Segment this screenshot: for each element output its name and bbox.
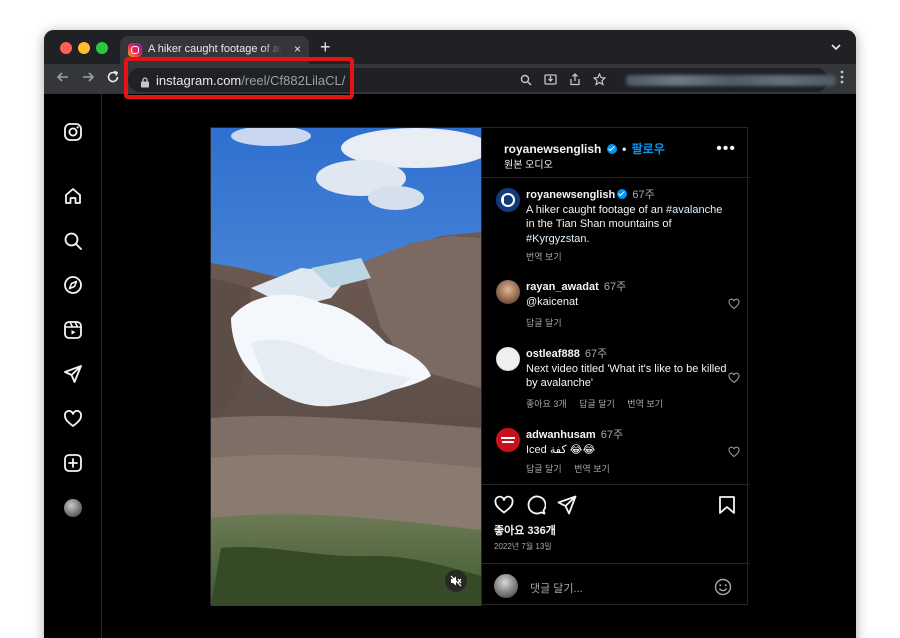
current-user-avatar: [494, 574, 518, 598]
caption-text-part: A hiker caught footage of an: [526, 203, 667, 216]
comment-meta: 답글 달기 번역 보기: [526, 462, 620, 475]
mute-button[interactable]: [445, 570, 467, 592]
hashtag-avalanche[interactable]: #avalanche: [666, 204, 722, 216]
profile-avatar[interactable]: [64, 499, 82, 517]
tab-close-button[interactable]: ×: [294, 42, 301, 56]
verified-badge-icon: [617, 189, 628, 199]
avalanche-video-frame: [211, 128, 481, 606]
browser-window: A hiker caught footage of an #avalanche …: [44, 30, 856, 638]
comment-body[interactable]: @kaicenat: [526, 296, 578, 308]
comment-username[interactable]: ostleaf888: [526, 348, 580, 360]
reel-video[interactable]: [211, 128, 481, 606]
caption-username[interactable]: royanewsenglish: [526, 189, 615, 201]
comment-meta: 답글 달기: [526, 316, 572, 329]
back-icon[interactable]: [56, 70, 70, 88]
instagram-logo-icon[interactable]: [63, 122, 83, 142]
reload-icon[interactable]: [106, 70, 120, 88]
comment-likes[interactable]: 좋아요 3개: [526, 399, 567, 409]
like-comment-heart-icon[interactable]: [728, 371, 740, 384]
post-details-panel: royanewsenglish • 팔로우 원본 오디오 ••• royanew…: [481, 128, 750, 606]
direct-messages-icon[interactable]: [63, 364, 83, 384]
reels-icon[interactable]: [63, 320, 83, 340]
caption-text: royanewsenglish 67주 A hiker caught foota…: [526, 188, 731, 246]
comment-body: Next video titled 'What it's like to be …: [526, 362, 727, 390]
add-comment-input[interactable]: 댓글 달기...: [530, 580, 583, 596]
hashtag-kyrgyzstan[interactable]: #Kyrgyzstan: [526, 233, 587, 245]
home-icon[interactable]: [63, 186, 83, 206]
translate-link[interactable]: 번역 보기: [526, 252, 562, 262]
maximize-window-button[interactable]: [96, 42, 108, 54]
caption-text-part: in the Tian Shan mountains of: [526, 218, 672, 230]
comment-time: 67주: [600, 429, 624, 441]
minimize-window-button[interactable]: [78, 42, 90, 54]
search-icon[interactable]: [63, 231, 83, 251]
reply-link[interactable]: 답글 달기: [526, 318, 562, 328]
author-username[interactable]: royanewsenglish: [504, 142, 601, 156]
like-comment-heart-icon[interactable]: [728, 445, 740, 458]
install-app-icon[interactable]: [544, 73, 557, 91]
explore-compass-icon[interactable]: [63, 275, 83, 295]
blurred-extensions-area: [626, 75, 836, 86]
comment-text: adwanhusam 67주 Iced كفة 😂😂: [526, 428, 731, 457]
notifications-heart-icon[interactable]: [63, 409, 83, 429]
comment-bubble-icon[interactable]: [526, 495, 547, 520]
comment-body: Iced كفة 😂😂: [526, 443, 596, 456]
reel-post: royanewsenglish • 팔로우 원본 오디오 ••• royanew…: [210, 127, 750, 606]
post-date[interactable]: 2022년 7월 13일: [494, 541, 552, 552]
roya-avatar[interactable]: [496, 188, 520, 212]
share-icon[interactable]: [569, 73, 581, 91]
caption-meta: 번역 보기: [526, 250, 572, 263]
post-actions: 좋아요 336개 2022년 7월 13일 댓글 달기...: [482, 484, 750, 606]
more-options-icon[interactable]: •••: [716, 140, 736, 158]
follow-button[interactable]: 팔로우: [632, 142, 665, 156]
like-comment-heart-icon[interactable]: [728, 297, 740, 310]
comment-text: ostleaf888 67주 Next video titled 'What i…: [526, 347, 731, 391]
comment-time: 67주: [603, 281, 627, 293]
translate-link[interactable]: 번역 보기: [627, 399, 663, 409]
header-separator: •: [622, 142, 627, 156]
reply-link[interactable]: 답글 달기: [526, 464, 562, 474]
emoji-icon[interactable]: [714, 578, 732, 601]
post-header: royanewsenglish • 팔로우 원본 오디오 •••: [482, 128, 750, 178]
comment-username[interactable]: adwanhusam: [526, 429, 596, 441]
comment-meta: 좋아요 3개 답글 달기 번역 보기: [526, 397, 673, 410]
share-paper-plane-icon[interactable]: [557, 495, 577, 520]
tab-search-chevron-icon[interactable]: [830, 40, 842, 58]
commenter-avatar[interactable]: [496, 280, 520, 304]
original-audio-link[interactable]: 원본 오디오: [504, 156, 553, 171]
tab-title: A hiker caught footage of an #avalanche …: [148, 43, 282, 55]
new-tab-button[interactable]: +: [320, 38, 331, 56]
instagram-sidebar: [44, 94, 102, 638]
forward-icon[interactable]: [81, 70, 95, 88]
save-bookmark-icon[interactable]: [718, 495, 736, 520]
like-heart-icon[interactable]: [494, 495, 514, 520]
commenter-avatar[interactable]: [496, 428, 520, 452]
commenter-avatar[interactable]: [496, 347, 520, 371]
create-post-icon[interactable]: [63, 453, 83, 473]
add-comment-bar: 댓글 달기...: [482, 563, 750, 607]
translate-link[interactable]: 번역 보기: [574, 464, 610, 474]
comment-text: rayan_awadat 67주 @kaicenat: [526, 280, 731, 309]
reply-link[interactable]: 답글 달기: [579, 399, 615, 409]
comment-time: 67주: [584, 348, 608, 360]
caption-text-part: .: [586, 232, 590, 245]
caption-time: 67주: [632, 189, 655, 201]
like-count[interactable]: 좋아요 336개: [494, 522, 556, 538]
url-highlight-box: [124, 57, 354, 99]
bookmark-star-icon[interactable]: [592, 72, 607, 91]
post-author: royanewsenglish • 팔로우: [504, 140, 665, 157]
verified-badge-icon: [606, 144, 617, 154]
search-zoom-icon[interactable]: [520, 73, 532, 91]
instagram-favicon-icon: [128, 43, 142, 57]
browser-menu-icon[interactable]: [840, 70, 844, 88]
close-window-button[interactable]: [60, 42, 72, 54]
comment-username[interactable]: rayan_awadat: [526, 281, 599, 293]
